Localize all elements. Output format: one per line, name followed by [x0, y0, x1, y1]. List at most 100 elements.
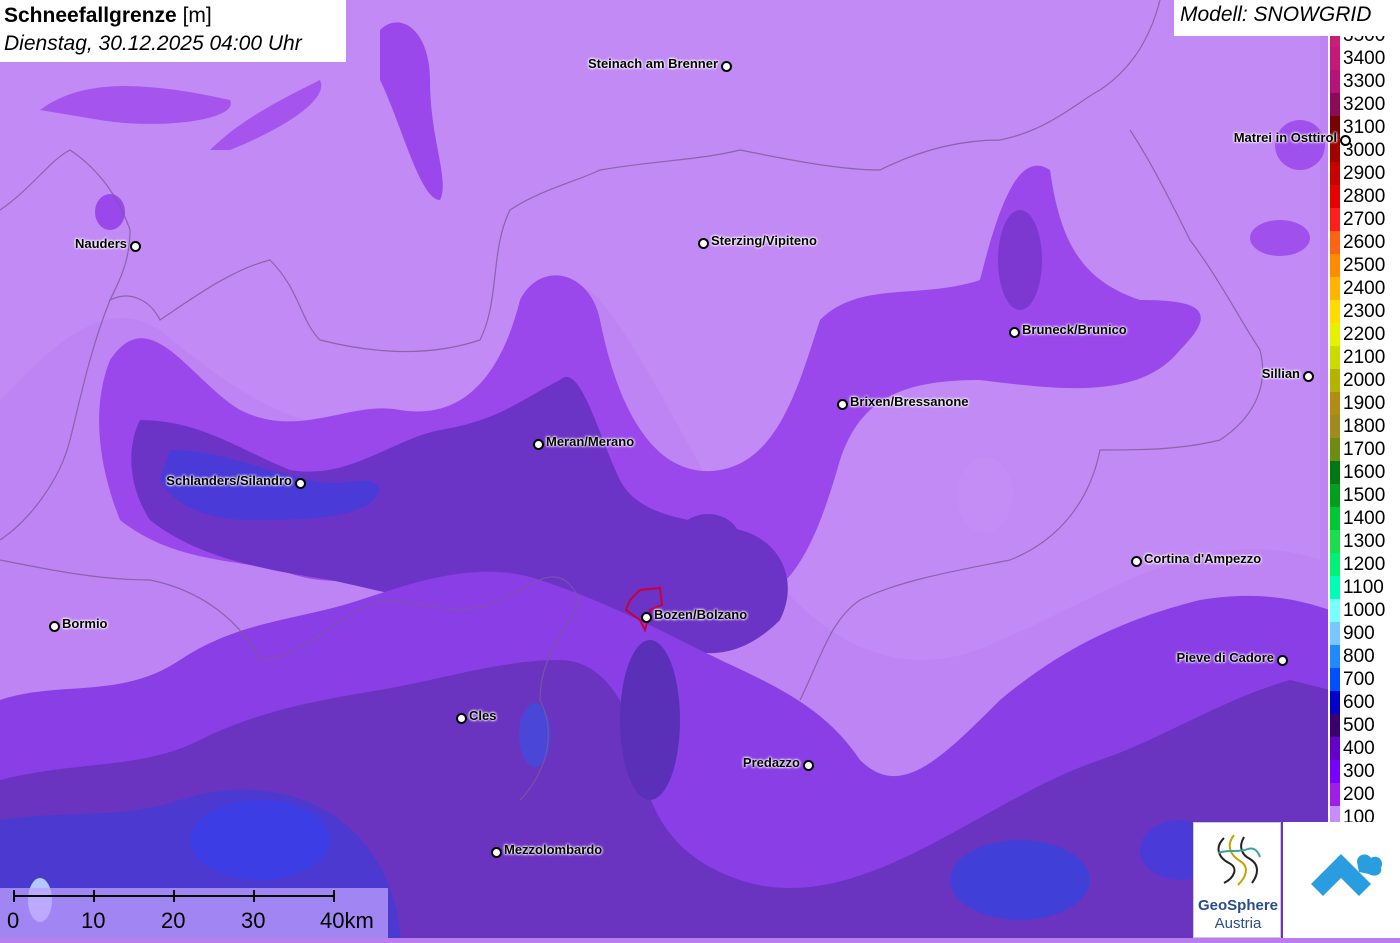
- legend-label: 2200: [1343, 324, 1386, 345]
- city-label: Cortina d'Ampezzo: [1144, 551, 1262, 566]
- legend-item: 2100: [1328, 346, 1400, 369]
- city-label: Nauders: [74, 236, 127, 251]
- legend-swatch: [1330, 530, 1340, 553]
- legend-label: 1000: [1343, 600, 1386, 621]
- map-title: Schneefallgrenze [m]: [4, 2, 342, 30]
- legend-label: 500: [1343, 715, 1375, 736]
- city-marker[interactable]: [533, 439, 544, 450]
- city-label: Brixen/Bressanone: [850, 394, 969, 409]
- legend-swatch: [1330, 392, 1340, 415]
- legend-item: 3100: [1328, 116, 1400, 139]
- legend-label: 2500: [1343, 255, 1386, 276]
- legend-item: 600: [1328, 691, 1400, 714]
- legend-label: 300: [1343, 761, 1375, 782]
- legend-swatch: [1330, 415, 1340, 438]
- legend-label: 1300: [1343, 531, 1386, 552]
- city-marker[interactable]: [1131, 556, 1142, 567]
- city-marker[interactable]: [698, 238, 709, 249]
- city-marker[interactable]: [1277, 655, 1288, 666]
- scale-bar: 0 10 20 30 40km: [0, 888, 388, 938]
- legend-label: 3200: [1343, 94, 1386, 115]
- legend-item: 2400: [1328, 277, 1400, 300]
- city-marker[interactable]: [49, 621, 60, 632]
- legend-item: 2300: [1328, 300, 1400, 323]
- city-marker[interactable]: [456, 713, 467, 724]
- city-marker[interactable]: [1303, 371, 1314, 382]
- city-label: Bruneck/Brunico: [1022, 322, 1127, 337]
- logo-text-line1: GeoSphere: [1197, 897, 1279, 914]
- city-label: Matrei in Osttirol: [1233, 130, 1337, 145]
- geosphere-logo[interactable]: GeoSphere Austria: [1193, 822, 1281, 938]
- legend-swatch: [1330, 599, 1340, 622]
- city-marker[interactable]: [295, 478, 306, 489]
- map-title-bold: Schneefallgrenze: [4, 4, 177, 27]
- legend-swatch: [1330, 760, 1340, 783]
- legend-label: 3400: [1343, 48, 1386, 69]
- legend-swatch: [1330, 162, 1340, 185]
- city-marker[interactable]: [837, 399, 848, 410]
- legend-swatch: [1330, 300, 1340, 323]
- legend-label: 400: [1343, 738, 1375, 759]
- title-panel: Schneefallgrenze [m] Dienstag, 30.12.202…: [0, 0, 346, 62]
- legend-swatch: [1330, 668, 1340, 691]
- scale-label: 0: [7, 908, 20, 933]
- legend-swatch: [1330, 714, 1340, 737]
- scale-label: 30: [241, 908, 266, 933]
- legend-item: 1900: [1328, 392, 1400, 415]
- legend-item: 200: [1328, 783, 1400, 806]
- legend-item: 900: [1328, 622, 1400, 645]
- legend-item: 2800: [1328, 185, 1400, 208]
- legend-item: 3500: [1328, 36, 1400, 47]
- legend-label: 3100: [1343, 117, 1386, 138]
- legend-swatch: [1330, 93, 1340, 116]
- city-marker[interactable]: [1009, 327, 1020, 338]
- legend-item: 1700: [1328, 438, 1400, 461]
- map-zone-blue-patch: [519, 703, 551, 767]
- map-zone-light-island: [957, 457, 1013, 533]
- legend-swatch: [1330, 553, 1340, 576]
- scale-label: 10: [81, 908, 106, 933]
- city-label: Sillian: [1261, 366, 1300, 381]
- legend-swatch: [1330, 231, 1340, 254]
- legend-item: 1600: [1328, 461, 1400, 484]
- city-marker[interactable]: [721, 61, 732, 72]
- mountain-cloud-icon: [1311, 854, 1383, 896]
- legend-item: 3200: [1328, 93, 1400, 116]
- legend-label: 1700: [1343, 439, 1386, 460]
- legend-swatch: [1330, 208, 1340, 231]
- legend-swatch: [1330, 576, 1340, 599]
- city-marker[interactable]: [803, 760, 814, 771]
- city-marker[interactable]: [1340, 135, 1351, 146]
- legend-label: 1400: [1343, 508, 1386, 529]
- city-marker[interactable]: [491, 847, 502, 858]
- city-marker[interactable]: [641, 612, 652, 623]
- legend-label: 2300: [1343, 301, 1386, 322]
- city-label: Mezzolombardo: [504, 842, 603, 857]
- legend-swatch: [1330, 645, 1340, 668]
- city-label: Bormio: [62, 616, 108, 631]
- city-label: Bozen/Bolzano: [654, 607, 748, 622]
- legend-label: 2000: [1343, 370, 1386, 391]
- map-zone-blue-patch: [190, 800, 330, 880]
- legend-swatch: [1330, 277, 1340, 300]
- city-label: Schlanders/Silandro: [166, 473, 292, 488]
- city-label: Pieve di Cadore: [1176, 650, 1274, 665]
- legend-item: 3400: [1328, 47, 1400, 70]
- city-label: Predazzo: [742, 755, 800, 770]
- legend-label: 2100: [1343, 347, 1386, 368]
- city-marker[interactable]: [130, 241, 141, 252]
- legend-item: 3300: [1328, 70, 1400, 93]
- map-zone-light-island: [1275, 120, 1325, 170]
- map-canvas[interactable]: [0, 0, 1400, 938]
- city-label: Sterzing/Vipiteno: [711, 233, 817, 248]
- legend-swatch: [1330, 323, 1340, 346]
- legend-label: 3500: [1343, 36, 1385, 46]
- legend-label: 1600: [1343, 462, 1386, 483]
- legend-label: 2800: [1343, 186, 1386, 207]
- legend-swatch: [1330, 691, 1340, 714]
- app-logo[interactable]: [1283, 822, 1400, 938]
- legend-label: 200: [1343, 784, 1375, 805]
- map-zone-core: [620, 640, 680, 800]
- scale-label: 20: [161, 908, 186, 933]
- legend-swatch: [1330, 70, 1340, 93]
